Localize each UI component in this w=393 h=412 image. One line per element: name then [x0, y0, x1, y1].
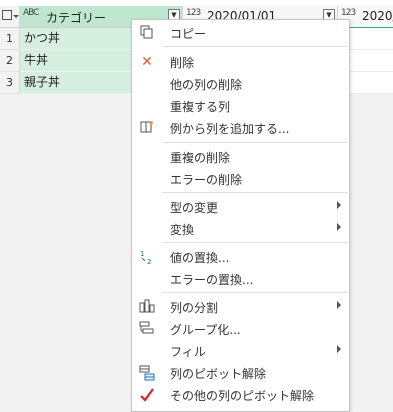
row-number: 1 [0, 28, 20, 50]
menu-item-label: エラーの置換... [170, 273, 254, 287]
column-name: カテゴリー [46, 11, 107, 25]
menu-item-label: 重複の削除 [170, 151, 231, 165]
menu-item-remove-other-columns[interactable]: 他の列の削除 [132, 73, 349, 95]
menu-item-label: 値の置換... [170, 251, 230, 265]
menu-item-remove-errors[interactable]: エラーの削除 [132, 168, 349, 190]
column-name: 2020/ [362, 9, 393, 23]
menu-item-label: エラーの削除 [170, 173, 243, 187]
number-type-icon[interactable]: 123 [186, 8, 201, 18]
menu-item-label: グループ化... [170, 323, 241, 337]
menu-item-label: その他の列のピボット解除 [170, 389, 315, 403]
row-number: 3 [0, 72, 20, 94]
menu-item-group-by[interactable]: グループ化... [132, 318, 349, 340]
menu-item-label: 他の列の削除 [170, 78, 243, 92]
menu-item-label: 例から列を追加する... [170, 122, 290, 136]
menu-item-label: コピー [170, 27, 207, 41]
split-column-icon [138, 299, 156, 315]
number-type-icon[interactable]: 123 [341, 8, 356, 18]
menu-item-split-column[interactable]: 列の分割 [132, 296, 349, 318]
unpivot-icon [138, 365, 156, 381]
copy-icon [138, 25, 156, 41]
menu-item-label: 列の分割 [170, 301, 219, 315]
menu-separator [162, 192, 348, 193]
menu-separator [162, 292, 348, 293]
menu-item-unpivot-other-columns[interactable]: その他の列のピボット解除 [132, 384, 349, 406]
menu-item-label: 削除 [170, 56, 195, 70]
chevron-down-icon [13, 15, 19, 18]
checkmark-icon [138, 387, 156, 403]
add-column-icon [138, 120, 156, 136]
menu-item-add-column-from-examples[interactable]: 例から列を追加する... [132, 117, 349, 139]
svg-text:2: 2 [147, 258, 151, 265]
submenu-arrow-icon [337, 345, 341, 353]
delete-x-icon: ✕ [141, 54, 153, 70]
group-by-icon [138, 321, 156, 337]
replace-values-icon: 12 [138, 249, 156, 266]
menu-item-replace-values[interactable]: 12 値の置換... [132, 246, 349, 268]
svg-text:1: 1 [140, 250, 144, 258]
menu-item-duplicate-column[interactable]: 重複する列 [132, 95, 349, 117]
menu-item-change-type[interactable]: 型の変更 [132, 196, 349, 218]
menu-separator [162, 46, 348, 47]
table-icon [2, 10, 12, 20]
menu-item-label: 列のピボット解除 [170, 367, 267, 381]
menu-item-fill[interactable]: フィル [132, 340, 349, 362]
table-menu-corner[interactable] [0, 6, 20, 28]
context-menu: コピー ✕ 削除 他の列の削除 重複する列 例から列を追加する... 重複の削除… [131, 19, 350, 412]
menu-item-transform[interactable]: 変換 [132, 218, 349, 240]
text-type-icon[interactable]: ABC [23, 8, 40, 18]
submenu-arrow-icon [337, 201, 341, 209]
menu-item-unpivot-columns[interactable]: 列のピボット解除 [132, 362, 349, 384]
menu-item-label: 型の変更 [170, 201, 219, 215]
menu-item-label: 変換 [170, 223, 195, 237]
menu-separator [162, 242, 348, 243]
submenu-arrow-icon [337, 223, 341, 231]
menu-item-label: フィル [170, 345, 206, 359]
menu-item-label: 重複する列 [170, 100, 231, 114]
menu-item-replace-errors[interactable]: エラーの置換... [132, 268, 349, 290]
submenu-arrow-icon [337, 301, 341, 309]
menu-item-copy[interactable]: コピー [132, 22, 349, 44]
menu-item-remove-duplicates[interactable]: 重複の削除 [132, 146, 349, 168]
menu-item-remove[interactable]: ✕ 削除 [132, 51, 349, 73]
menu-separator [162, 142, 348, 143]
row-number: 2 [0, 50, 20, 72]
